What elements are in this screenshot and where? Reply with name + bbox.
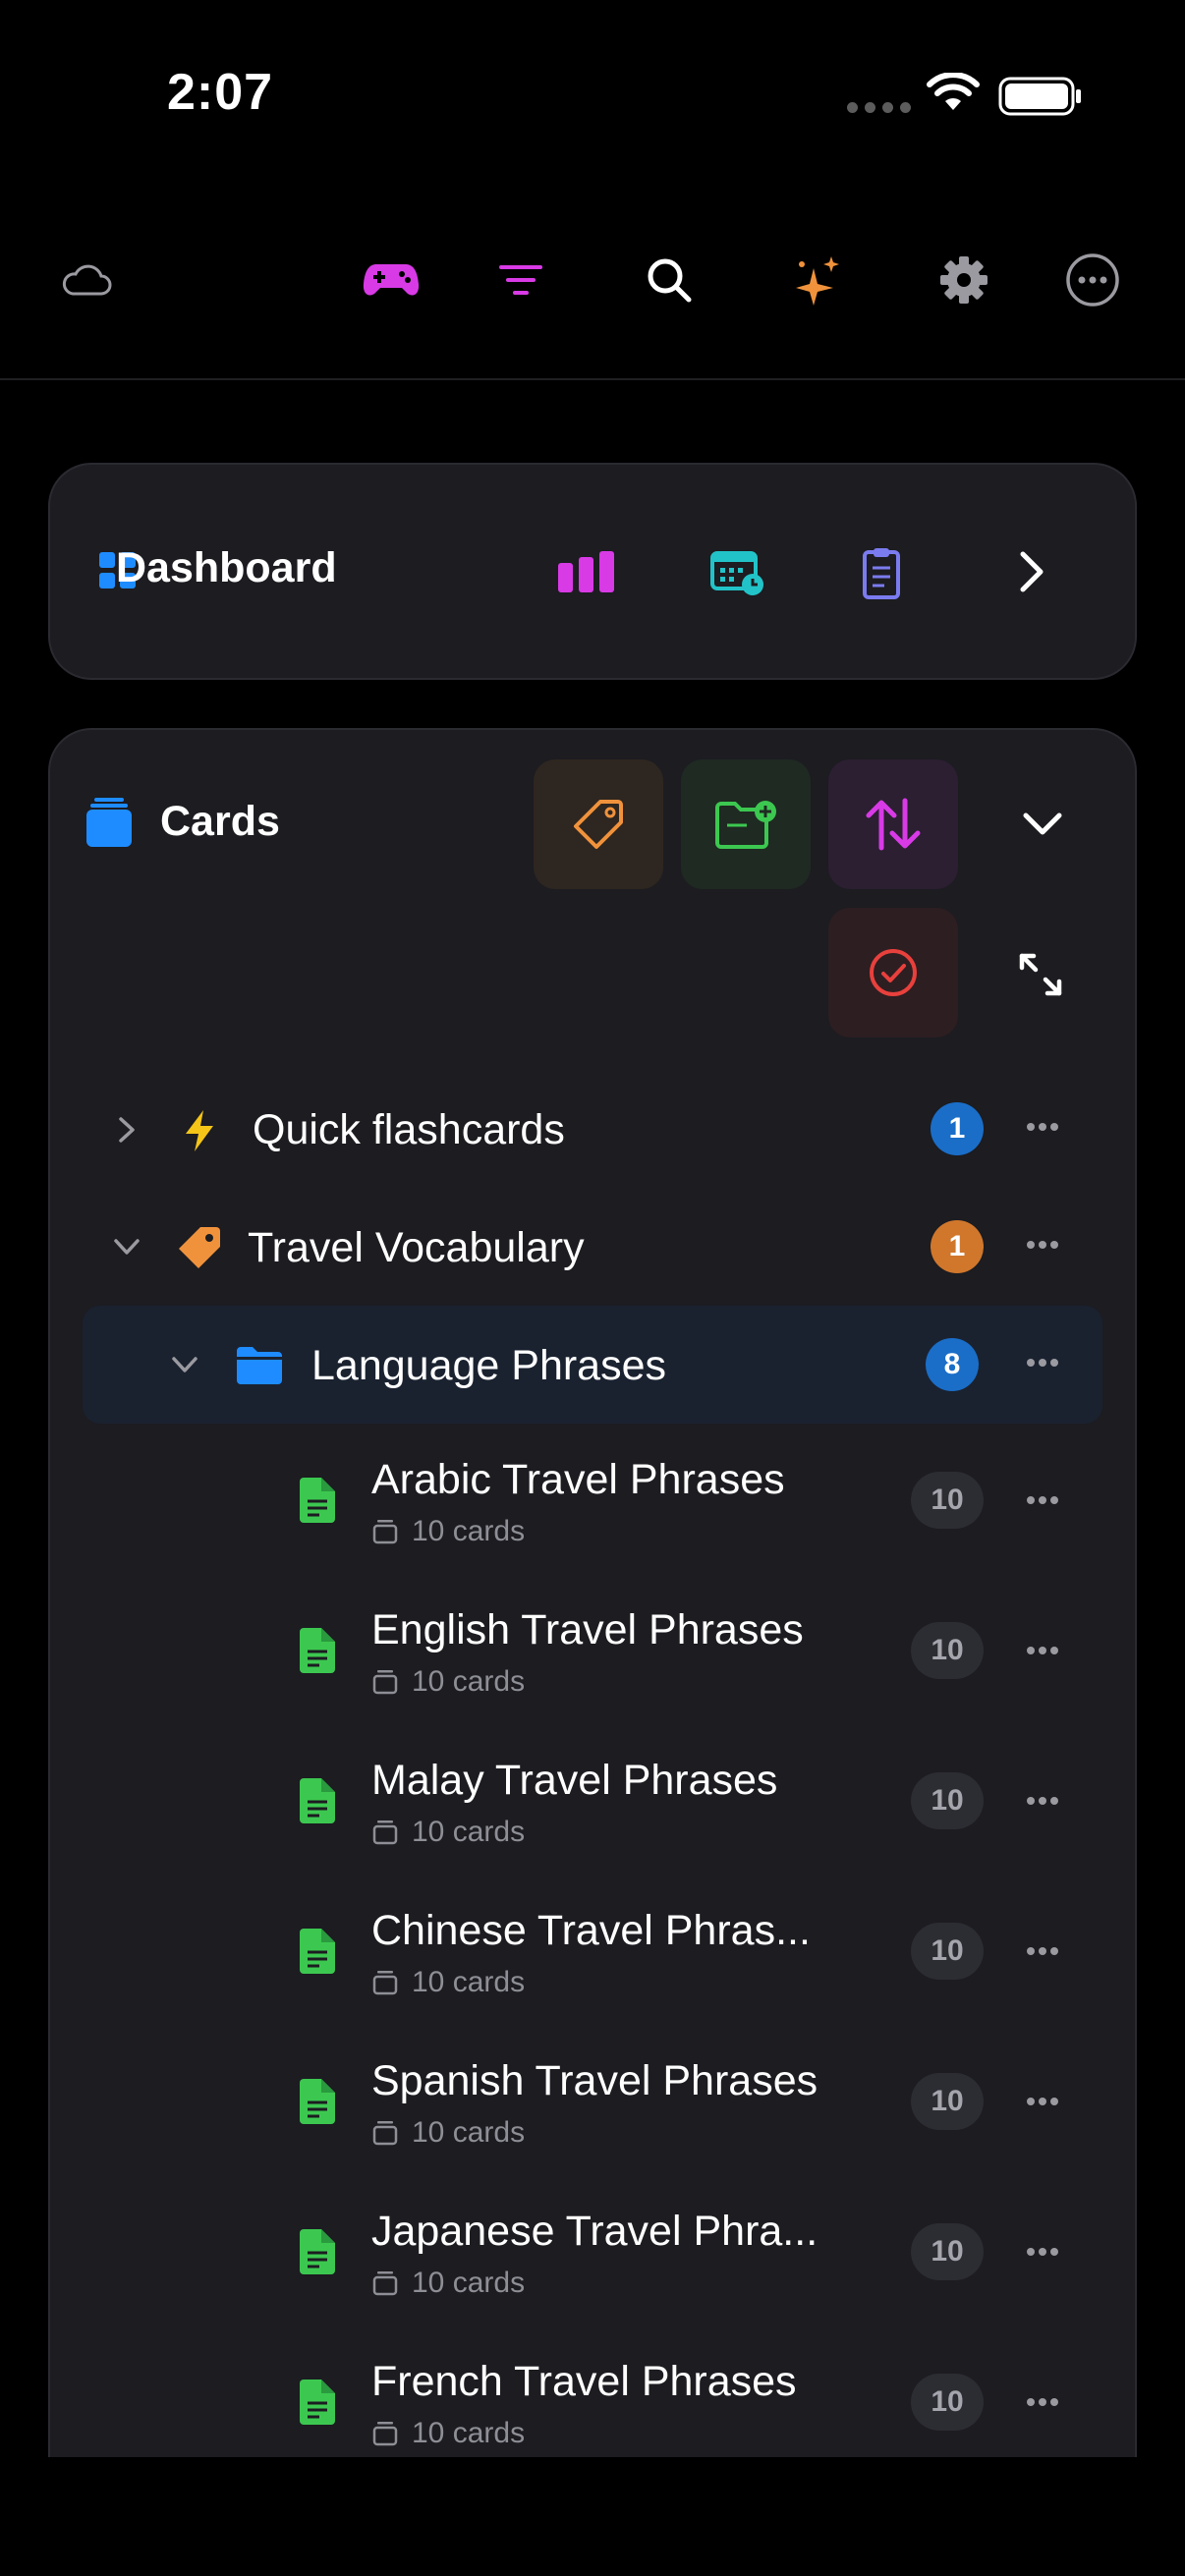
gear-icon[interactable] bbox=[925, 226, 1003, 334]
gamepad-icon[interactable] bbox=[352, 226, 430, 334]
document-icon bbox=[300, 2380, 335, 2425]
card-stack-icon bbox=[372, 2271, 398, 2296]
document-icon bbox=[300, 1929, 335, 1974]
document-icon bbox=[300, 1628, 335, 1673]
status-time: 2:07 bbox=[167, 64, 274, 121]
card-stack-icon bbox=[372, 2121, 398, 2146]
ellipsis-icon[interactable] bbox=[1026, 1358, 1059, 1368]
ellipsis-icon[interactable] bbox=[1026, 1796, 1059, 1806]
deck-title[interactable]: Spanish Travel Phrases bbox=[371, 2057, 818, 2105]
lightning-icon bbox=[186, 1110, 213, 1151]
deck-title[interactable]: English Travel Phrases bbox=[371, 1606, 804, 1654]
deck-card-count: 10 cards bbox=[412, 2417, 526, 2449]
quick-flashcards-badge: 1 bbox=[931, 1102, 984, 1155]
tag-icon bbox=[179, 1227, 220, 1268]
deck-count-badge: 10 bbox=[911, 1622, 984, 1679]
more-icon[interactable] bbox=[1053, 226, 1132, 334]
cards-title: Cards bbox=[160, 798, 280, 845]
card-stack-icon bbox=[372, 1670, 398, 1695]
dashboard-title: Dashboard bbox=[116, 544, 337, 591]
deck-card-count: 10 cards bbox=[412, 2116, 526, 2149]
deck-title[interactable]: French Travel Phrases bbox=[371, 2358, 797, 2406]
ellipsis-icon[interactable] bbox=[1026, 1946, 1059, 1956]
sort-arrows-icon bbox=[866, 798, 921, 851]
filter-icon[interactable] bbox=[481, 226, 560, 334]
ellipsis-icon[interactable] bbox=[1026, 1495, 1059, 1505]
sort-button[interactable] bbox=[828, 759, 958, 889]
status-bar: 2:07 bbox=[0, 0, 1185, 187]
chevron-down-icon[interactable] bbox=[1022, 812, 1063, 837]
cellular-signal-icon bbox=[847, 102, 911, 113]
card-stack-icon bbox=[372, 1820, 398, 1845]
chevron-right-icon[interactable] bbox=[1018, 550, 1045, 593]
deck-card-count: 10 cards bbox=[412, 1665, 526, 1698]
ellipsis-icon[interactable] bbox=[1026, 1646, 1059, 1655]
clipboard-icon[interactable] bbox=[863, 546, 900, 599]
deck-count-badge: 10 bbox=[911, 1472, 984, 1529]
document-icon bbox=[300, 2079, 335, 2124]
cloud-icon[interactable] bbox=[47, 226, 126, 334]
deck-count-badge: 10 bbox=[911, 2073, 984, 2130]
new-folder-button[interactable] bbox=[681, 759, 811, 889]
toolbar-divider bbox=[0, 378, 1185, 380]
ellipsis-icon[interactable] bbox=[1026, 1240, 1059, 1250]
deck-count-badge: 10 bbox=[911, 1923, 984, 1980]
calendar-clock-icon[interactable] bbox=[710, 547, 765, 596]
document-icon bbox=[300, 2229, 335, 2274]
bar-chart-icon[interactable] bbox=[558, 551, 615, 592]
travel-vocabulary-label[interactable]: Travel Vocabulary bbox=[248, 1224, 585, 1272]
card-stack-icon bbox=[86, 798, 132, 847]
select-button[interactable] bbox=[828, 908, 958, 1037]
deck-card-count: 10 cards bbox=[412, 1966, 526, 1998]
quick-flashcards-label[interactable]: Quick flashcards bbox=[253, 1106, 565, 1154]
tag-button[interactable] bbox=[534, 759, 663, 889]
chevron-down-icon[interactable] bbox=[113, 1238, 141, 1256]
top-toolbar bbox=[0, 226, 1185, 334]
ellipsis-icon[interactable] bbox=[1026, 1122, 1059, 1132]
document-icon bbox=[300, 1478, 335, 1523]
deck-title[interactable]: Arabic Travel Phrases bbox=[371, 1456, 785, 1504]
deck-count-badge: 10 bbox=[911, 2223, 984, 2280]
card-stack-icon bbox=[372, 1520, 398, 1544]
folder-icon bbox=[237, 1347, 282, 1384]
travel-vocabulary-badge: 1 bbox=[931, 1220, 984, 1273]
wifi-icon bbox=[927, 73, 980, 110]
language-phrases-label[interactable]: Language Phrases bbox=[311, 1342, 666, 1390]
ellipsis-icon[interactable] bbox=[1026, 2247, 1059, 2257]
deck-title[interactable]: Malay Travel Phrases bbox=[371, 1757, 777, 1805]
cards-panel bbox=[48, 728, 1137, 2457]
card-stack-icon bbox=[372, 1971, 398, 1995]
deck-title[interactable]: Japanese Travel Phra... bbox=[371, 2208, 818, 2256]
language-phrases-badge: 8 bbox=[926, 1338, 979, 1391]
expand-icon[interactable] bbox=[1018, 952, 1063, 997]
ellipsis-icon[interactable] bbox=[1026, 2097, 1059, 2106]
deck-count-badge: 10 bbox=[911, 2374, 984, 2431]
sparkles-icon[interactable] bbox=[777, 226, 856, 334]
deck-count-badge: 10 bbox=[911, 1772, 984, 1829]
deck-card-count: 10 cards bbox=[412, 1515, 526, 1547]
folder-plus-icon bbox=[715, 801, 776, 849]
chevron-down-icon[interactable] bbox=[171, 1356, 198, 1373]
chevron-right-icon[interactable] bbox=[118, 1116, 136, 1144]
tag-icon bbox=[574, 800, 623, 849]
battery-icon bbox=[998, 77, 1081, 116]
deck-title[interactable]: Chinese Travel Phras... bbox=[371, 1907, 811, 1955]
check-circle-icon bbox=[870, 949, 917, 996]
card-stack-icon bbox=[372, 2422, 398, 2446]
deck-card-count: 10 cards bbox=[412, 1816, 526, 1848]
document-icon bbox=[300, 1778, 335, 1823]
deck-card-count: 10 cards bbox=[412, 2267, 526, 2299]
ellipsis-icon[interactable] bbox=[1026, 2397, 1059, 2407]
search-icon[interactable] bbox=[630, 226, 708, 334]
